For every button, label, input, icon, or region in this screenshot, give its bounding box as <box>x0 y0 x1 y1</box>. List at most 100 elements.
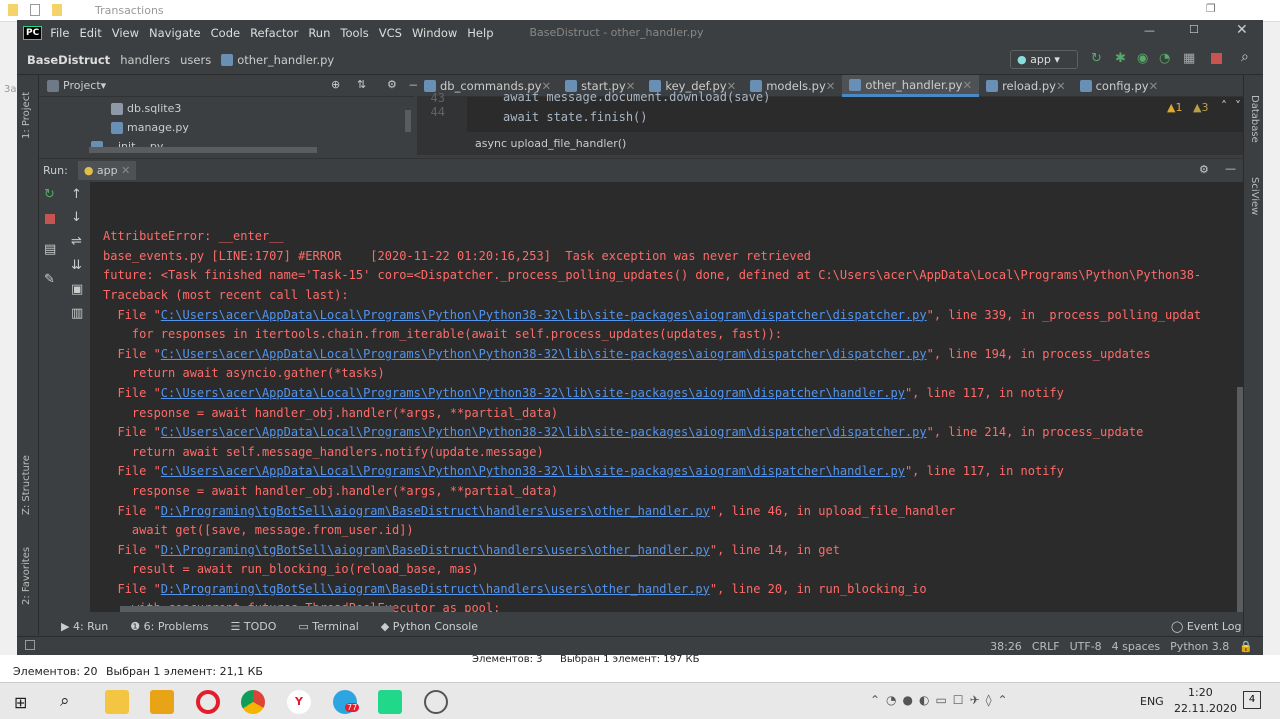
stop-icon[interactable] <box>45 214 55 224</box>
close-icon[interactable]: ✕ <box>1236 22 1248 38</box>
clock-time[interactable]: 1:20 <box>1188 686 1213 699</box>
console-output[interactable]: AttributeError: __enter__ base_events.py … <box>90 182 1243 612</box>
tray-icons[interactable]: ⌃◔●◐▭☐✈◊⌃ <box>870 693 1014 707</box>
run-config-select[interactable]: ● app ▾ <box>1010 50 1078 69</box>
restore-icon[interactable]: ❐ <box>1206 2 1216 15</box>
language-indicator[interactable]: ENG <box>1140 695 1164 708</box>
interpreter[interactable]: Python 3.8 <box>1170 640 1229 653</box>
minimize-icon[interactable]: — <box>1144 24 1155 37</box>
opera-icon[interactable] <box>196 690 220 714</box>
menu-refactor[interactable]: Refactor <box>250 26 298 40</box>
run-tab-app[interactable]: ● app ✕ <box>77 161 137 180</box>
editor-tab[interactable]: reload.py ✕ <box>979 75 1073 97</box>
warning-count[interactable]: ▲1 <box>1167 101 1182 114</box>
menu-edit[interactable]: Edit <box>79 26 101 40</box>
search-icon[interactable]: ⌕ <box>60 691 70 711</box>
tree-item[interactable]: manage.py <box>111 118 414 137</box>
maximize-icon[interactable]: ☐ <box>1189 23 1199 36</box>
coverage-icon[interactable]: ◉ <box>1137 51 1148 66</box>
project-hscrollbar[interactable] <box>89 147 317 153</box>
file-link[interactable]: D:\Programing\tgBotSell\aiogram\BaseDist… <box>161 582 710 596</box>
yandex-icon[interactable]: Y <box>287 690 311 714</box>
file-explorer-icon[interactable] <box>105 690 129 714</box>
code-editor[interactable]: 43 44 await message.document.download(sa… <box>417 90 1243 132</box>
hide-panel-icon[interactable]: — <box>1225 162 1236 175</box>
menu-run[interactable]: Run <box>308 26 330 40</box>
profile-icon[interactable]: ◔ <box>1159 51 1170 66</box>
chrome-icon[interactable] <box>241 690 265 714</box>
file-link[interactable]: D:\Programing\tgBotSell\aiogram\BaseDist… <box>161 504 710 518</box>
caret-position[interactable]: 38:26 <box>990 640 1022 653</box>
editor-breadcrumb[interactable]: async upload_file_handler() <box>417 132 1243 155</box>
menu-help[interactable]: Help <box>467 26 493 40</box>
chevron-up-icon[interactable]: ˄ <box>1221 99 1227 113</box>
build-icon[interactable]: ▦ <box>1183 51 1195 66</box>
project-scrollbar[interactable] <box>405 110 411 132</box>
breadcrumb-project[interactable]: BaseDistruct <box>27 53 110 67</box>
favorites-tool-tab[interactable]: 2: Favorites <box>21 547 32 605</box>
settings-icon[interactable]: ⚙ <box>1199 163 1209 176</box>
collapse-icon[interactable]: ⇅ <box>357 78 366 91</box>
bottom-tab[interactable]: ☰ TODO <box>231 620 277 633</box>
breadcrumb-users[interactable]: users <box>180 53 211 67</box>
debug-icon[interactable]: ✱ <box>1115 51 1126 66</box>
indent[interactable]: 4 spaces <box>1112 640 1161 653</box>
rerun-icon[interactable]: ↻ <box>44 187 55 202</box>
run-icon[interactable]: ↻ <box>1091 51 1102 66</box>
file-link[interactable]: D:\Programing\tgBotSell\aiogram\BaseDist… <box>161 543 710 557</box>
layout-toggle-icon[interactable] <box>25 640 35 650</box>
sciview-tool-tab[interactable]: SciView <box>1249 177 1260 215</box>
console-hscrollbar[interactable] <box>120 606 394 612</box>
clock-date[interactable]: 22.11.2020 <box>1174 702 1237 715</box>
breadcrumb-file[interactable]: other_handler.py <box>221 53 334 67</box>
bottom-tab[interactable]: ◆ Python Console <box>381 620 478 633</box>
search-icon[interactable]: ⌕ <box>1241 49 1249 65</box>
encoding[interactable]: UTF-8 <box>1070 640 1102 653</box>
chevron-down-icon[interactable]: ˅ <box>1235 99 1241 113</box>
print-icon[interactable]: ▣ <box>71 282 83 297</box>
weak-warning-count[interactable]: ▲3 <box>1193 101 1208 114</box>
pin-icon[interactable]: ✎ <box>44 272 55 287</box>
new-folder-icon[interactable] <box>52 4 62 16</box>
menu-vcs[interactable]: VCS <box>379 26 402 40</box>
pycharm-icon[interactable] <box>378 690 402 714</box>
soft-wrap-icon[interactable]: ⇌ <box>71 234 82 249</box>
settings-icon[interactable]: ⚙ <box>387 78 397 91</box>
line-separator[interactable]: CRLF <box>1032 640 1060 653</box>
menu-navigate[interactable]: Navigate <box>149 26 201 40</box>
menu-window[interactable]: Window <box>412 26 457 40</box>
file-link[interactable]: C:\Users\acer\AppData\Local\Programs\Pyt… <box>161 464 905 478</box>
project-label[interactable]: Project <box>63 79 101 92</box>
trash-icon[interactable]: ▥ <box>71 306 83 321</box>
file-link[interactable]: C:\Users\acer\AppData\Local\Programs\Pyt… <box>161 347 927 361</box>
bottom-tab[interactable]: ▶ 4: Run <box>61 620 108 633</box>
lock-icon[interactable]: 🔒 <box>1239 640 1253 653</box>
scroll-end-icon[interactable]: ⇊ <box>71 258 82 273</box>
locate-icon[interactable]: ⊕ <box>331 78 340 91</box>
file-link[interactable]: C:\Users\acer\AppData\Local\Programs\Pyt… <box>161 386 905 400</box>
arrow-down-icon[interactable]: ↓ <box>71 210 82 225</box>
close-tab-icon[interactable]: ✕ <box>1056 79 1066 93</box>
event-log[interactable]: ◯ Event Log <box>1171 620 1241 633</box>
console-scrollbar[interactable] <box>1237 387 1243 612</box>
menu-code[interactable]: Code <box>211 26 240 40</box>
menu-view[interactable]: View <box>112 26 139 40</box>
editor-tab[interactable]: config.py ✕ <box>1073 75 1166 97</box>
file-link[interactable]: C:\Users\acer\AppData\Local\Programs\Pyt… <box>161 308 927 322</box>
windows-start-icon[interactable]: ⊞ <box>14 693 27 712</box>
layout-icon[interactable]: ▤ <box>44 242 56 257</box>
close-tab-icon[interactable]: ✕ <box>1149 79 1159 93</box>
close-tab-icon[interactable]: ✕ <box>962 78 972 92</box>
bottom-tab[interactable]: ❶ 6: Problems <box>130 620 208 633</box>
media-player-icon[interactable] <box>150 690 174 714</box>
properties-icon[interactable] <box>30 4 40 16</box>
file-link[interactable]: C:\Users\acer\AppData\Local\Programs\Pyt… <box>161 425 927 439</box>
menu-tools[interactable]: Tools <box>340 26 368 40</box>
project-tool-tab[interactable]: 1: Project <box>21 92 32 139</box>
close-tab-icon[interactable]: ✕ <box>121 164 130 177</box>
arrow-up-icon[interactable]: ↑ <box>71 187 82 202</box>
structure-tool-tab[interactable]: Z: Structure <box>21 455 32 515</box>
editor-tab[interactable]: other_handler.py ✕ <box>842 75 980 97</box>
breadcrumb-handlers[interactable]: handlers <box>120 53 170 67</box>
menu-file[interactable]: File <box>50 26 69 40</box>
